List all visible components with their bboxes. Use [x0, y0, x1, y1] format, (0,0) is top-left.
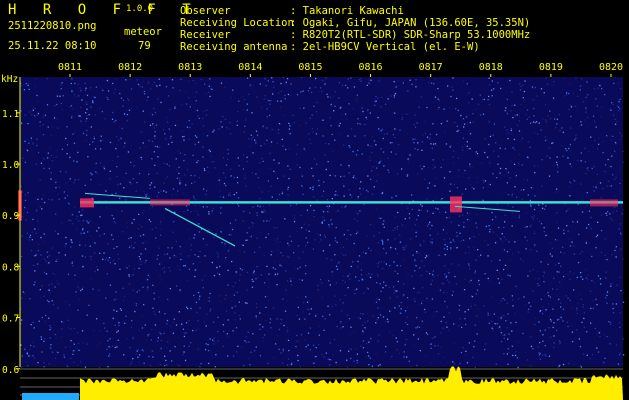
echo-mark — [450, 196, 462, 213]
y-tick-label: 0.9 — [2, 211, 19, 222]
x-tick-label: 0819 — [539, 62, 563, 73]
y-tick-label: 1.1 — [2, 109, 19, 120]
spectrogram-chart: 1.1 1.0 0.9 0.8 0.7 0.6 kHz 0811 0812 0813 0814 081… — [1, 62, 625, 400]
x-tick-label: 0815 — [298, 62, 322, 73]
x-tick-label: 0814 — [238, 62, 262, 73]
y-tick-label: 0.8 — [2, 262, 19, 273]
level-bars — [80, 366, 623, 400]
y-axis-label: kHz — [1, 74, 18, 85]
x-tick-label: 0813 — [178, 62, 202, 73]
y-tick-label: 0.6 — [2, 365, 19, 376]
level-bars-low — [22, 393, 79, 400]
x-tick-label: 0820 — [599, 62, 623, 73]
spectrogram-area — [20, 77, 623, 367]
echo-mark — [150, 199, 190, 206]
x-tick-label: 0811 — [58, 62, 82, 73]
x-tick-label: 0812 — [118, 62, 142, 73]
x-tick-label: 0818 — [479, 62, 503, 73]
x-tick-label: 0817 — [419, 62, 443, 73]
y-tick-label: 0.7 — [2, 314, 19, 325]
x-tick-label: 0816 — [359, 62, 383, 73]
echo-mark — [590, 199, 618, 207]
echo-mark — [80, 198, 94, 208]
y-tick-label: 1.0 — [2, 160, 19, 171]
